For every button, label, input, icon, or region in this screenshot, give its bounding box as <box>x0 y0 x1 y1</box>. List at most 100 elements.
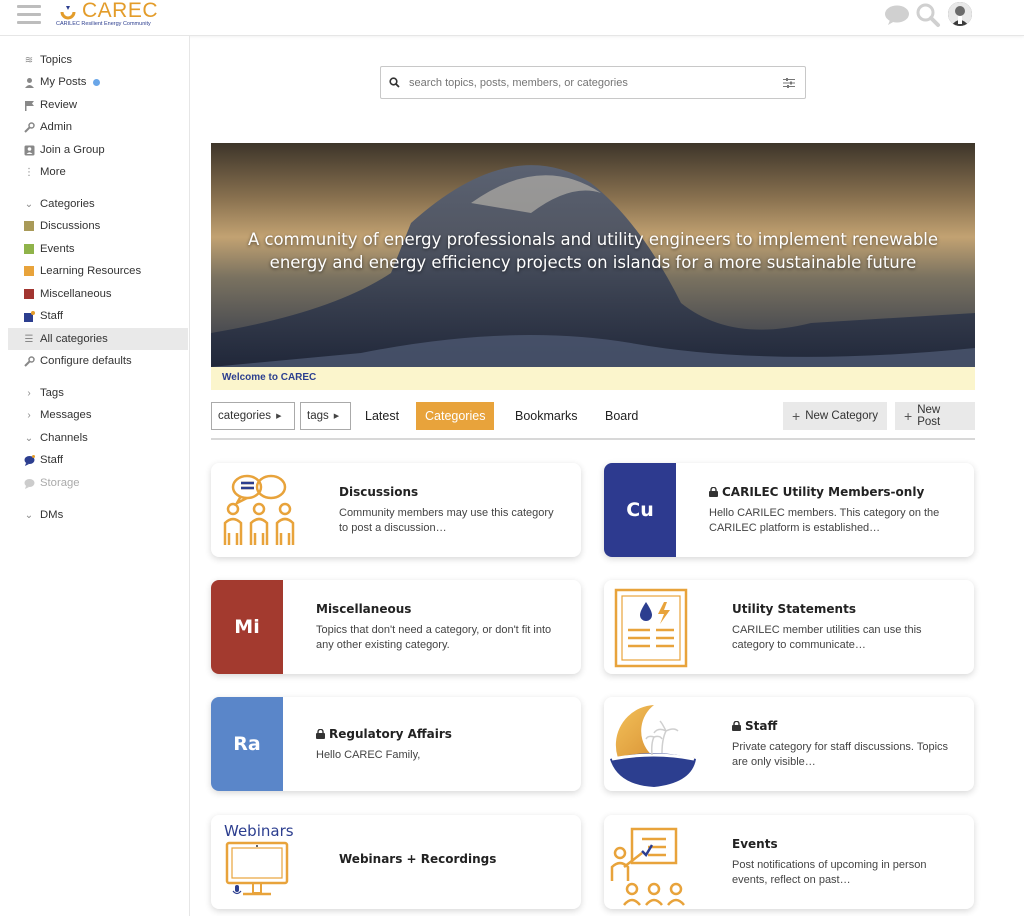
category-swatch <box>24 289 34 299</box>
sidebar-item-label: Review <box>40 99 78 111</box>
dropdown-label: categories <box>218 410 272 422</box>
category-swatch <box>24 266 34 276</box>
sidebar-item-join-group[interactable]: Join a Group <box>8 139 188 161</box>
section-label: Tags <box>40 387 64 399</box>
channels-section-header[interactable]: ⌄ Channels <box>8 427 188 449</box>
card-description: Community members may use this category … <box>339 507 554 534</box>
sidebar-item-events[interactable]: Events <box>8 238 188 260</box>
sidebar-item-staff[interactable]: Staff <box>8 305 188 327</box>
sidebar-item-miscellaneous[interactable]: Miscellaneous <box>8 283 188 305</box>
section-label: Channels <box>40 432 88 444</box>
sidebar-item-discussions[interactable]: Discussions <box>8 215 188 237</box>
sidebar-item-configure-defaults[interactable]: Configure defaults <box>8 350 188 372</box>
card-description: Topics that don't need a category, or do… <box>316 624 552 651</box>
sidebar-item-label: Miscellaneous <box>40 288 112 300</box>
chat-icon[interactable] <box>884 4 910 26</box>
category-card-regulatory-affairs[interactable]: Ra Regulatory Affairs Hello CAREC Family… <box>211 697 581 791</box>
unread-dot <box>93 78 101 86</box>
list-icon: ☰ <box>24 333 34 345</box>
chevron-right-icon: › <box>27 387 31 399</box>
card-title-text: Regulatory Affairs <box>329 727 452 741</box>
card-title: CARILEC Utility Members-only <box>709 485 924 499</box>
logo-mark-icon <box>60 6 76 20</box>
button-label: New Post <box>917 404 941 428</box>
caret-right-icon: ▶ <box>276 413 282 420</box>
sidebar-item-label: Admin <box>40 121 73 133</box>
sidebar-item-label: Staff <box>40 310 64 322</box>
lock-icon <box>316 729 325 739</box>
sidebar-item-admin[interactable]: Admin <box>8 116 188 138</box>
search-input[interactable] <box>409 76 783 89</box>
caret-right-icon: ▶ <box>333 413 340 420</box>
category-card-staff[interactable]: Staff Private category for staff discuss… <box>604 697 974 791</box>
sidebar-item-topics[interactable]: ≋ Topics <box>8 49 188 71</box>
tags-dropdown[interactable]: tags ▶ <box>300 402 351 430</box>
messages-section-header[interactable]: › Messages <box>8 404 188 426</box>
category-card-discussions[interactable]: Discussions Community members may use th… <box>211 463 581 557</box>
card-title-text: CARILEC Utility Members-only <box>722 485 925 499</box>
user-plus-icon <box>23 144 35 156</box>
card-title: Miscellaneous <box>316 602 412 616</box>
user-avatar[interactable] <box>948 2 972 26</box>
tags-section-header[interactable]: › Tags <box>8 382 188 404</box>
sidebar-item-learning-resources[interactable]: Learning Resources <box>8 260 188 282</box>
category-card-utility-statements[interactable]: Utility Statements CARILEC member utilit… <box>604 580 974 674</box>
dms-section-header[interactable]: ⌄ DMs <box>8 504 188 526</box>
categories-dropdown[interactable]: categories ▶ <box>211 402 295 430</box>
more-icon: ⋮ <box>24 166 34 178</box>
sidebar-item-more[interactable]: ⋮ More <box>8 161 188 183</box>
logo-subtitle: CARILEC Resilient Energy Community <box>56 21 151 27</box>
card-title: Events <box>732 837 778 851</box>
filter-icon[interactable] <box>783 77 795 88</box>
nav-bookmarks[interactable]: Bookmarks <box>506 402 587 430</box>
categories-section-header[interactable]: ⌄ Categories <box>8 193 188 215</box>
logo-text: CAREC <box>82 0 159 22</box>
nav-board[interactable]: Board <box>596 402 647 430</box>
user-icon <box>23 76 35 88</box>
search-icon[interactable] <box>915 2 941 28</box>
nav-latest[interactable]: Latest <box>356 402 408 430</box>
lock-square-icon <box>23 310 35 322</box>
plus-icon: + <box>904 408 913 424</box>
new-category-button[interactable]: + New Category <box>783 402 888 430</box>
channel-label: Storage <box>40 477 80 489</box>
banner-tagline: A community of energy professionals and … <box>247 230 939 272</box>
chevron-down-icon: ⌄ <box>24 432 34 444</box>
chevron-right-icon: › <box>27 409 31 421</box>
button-label: New Category <box>805 410 879 422</box>
document-energy-icon <box>614 588 688 668</box>
channel-label: Staff <box>40 454 64 466</box>
wrench-icon <box>23 355 35 367</box>
chat-bubble-icon <box>23 454 35 466</box>
card-title-text: Staff <box>745 719 778 733</box>
menu-icon[interactable] <box>17 5 41 25</box>
sidebar-item-label: Configure defaults <box>40 355 132 367</box>
sidebar-item-review[interactable]: Review <box>8 94 188 116</box>
logo[interactable]: CAREC CARILEC Resilient Energy Community <box>56 0 166 31</box>
channel-staff[interactable]: Staff <box>8 449 188 471</box>
discussion-people-icon <box>223 474 295 545</box>
sidebar: ≋ Topics My Posts Review Admin Join a Gr… <box>0 36 190 916</box>
nav-categories[interactable]: Categories <box>416 402 495 430</box>
lock-icon <box>732 721 741 731</box>
sidebar-item-my-posts[interactable]: My Posts <box>8 71 188 93</box>
category-card-webinars[interactable]: Webinars Webinars + Recordings <box>211 815 581 909</box>
sidebar-item-label: My Posts <box>40 76 87 88</box>
new-post-button[interactable]: + New Post <box>895 402 975 430</box>
chevron-down-icon: ⌄ <box>24 509 34 521</box>
monitor-icon <box>225 841 289 896</box>
category-card-miscellaneous[interactable]: Mi Miscellaneous Topics that don't need … <box>211 580 581 674</box>
sidebar-item-all-categories[interactable]: ☰ All categories <box>8 328 188 350</box>
lock-icon <box>709 487 718 497</box>
sidebar-item-label: Discussions <box>40 220 101 232</box>
channel-storage[interactable]: Storage <box>8 472 188 494</box>
category-badge: Ra <box>211 697 283 791</box>
category-card-utility-members[interactable]: Cu CARILEC Utility Members-only Hello CA… <box>604 463 974 557</box>
category-card-events[interactable]: Events Post notifications of upcoming in… <box>604 815 974 909</box>
search-box[interactable] <box>380 66 806 99</box>
search-icon <box>389 77 400 88</box>
sidebar-item-label: More <box>40 166 66 178</box>
category-swatch <box>24 221 34 231</box>
card-title: Staff <box>732 719 777 733</box>
staff-logo-icon <box>610 705 696 787</box>
